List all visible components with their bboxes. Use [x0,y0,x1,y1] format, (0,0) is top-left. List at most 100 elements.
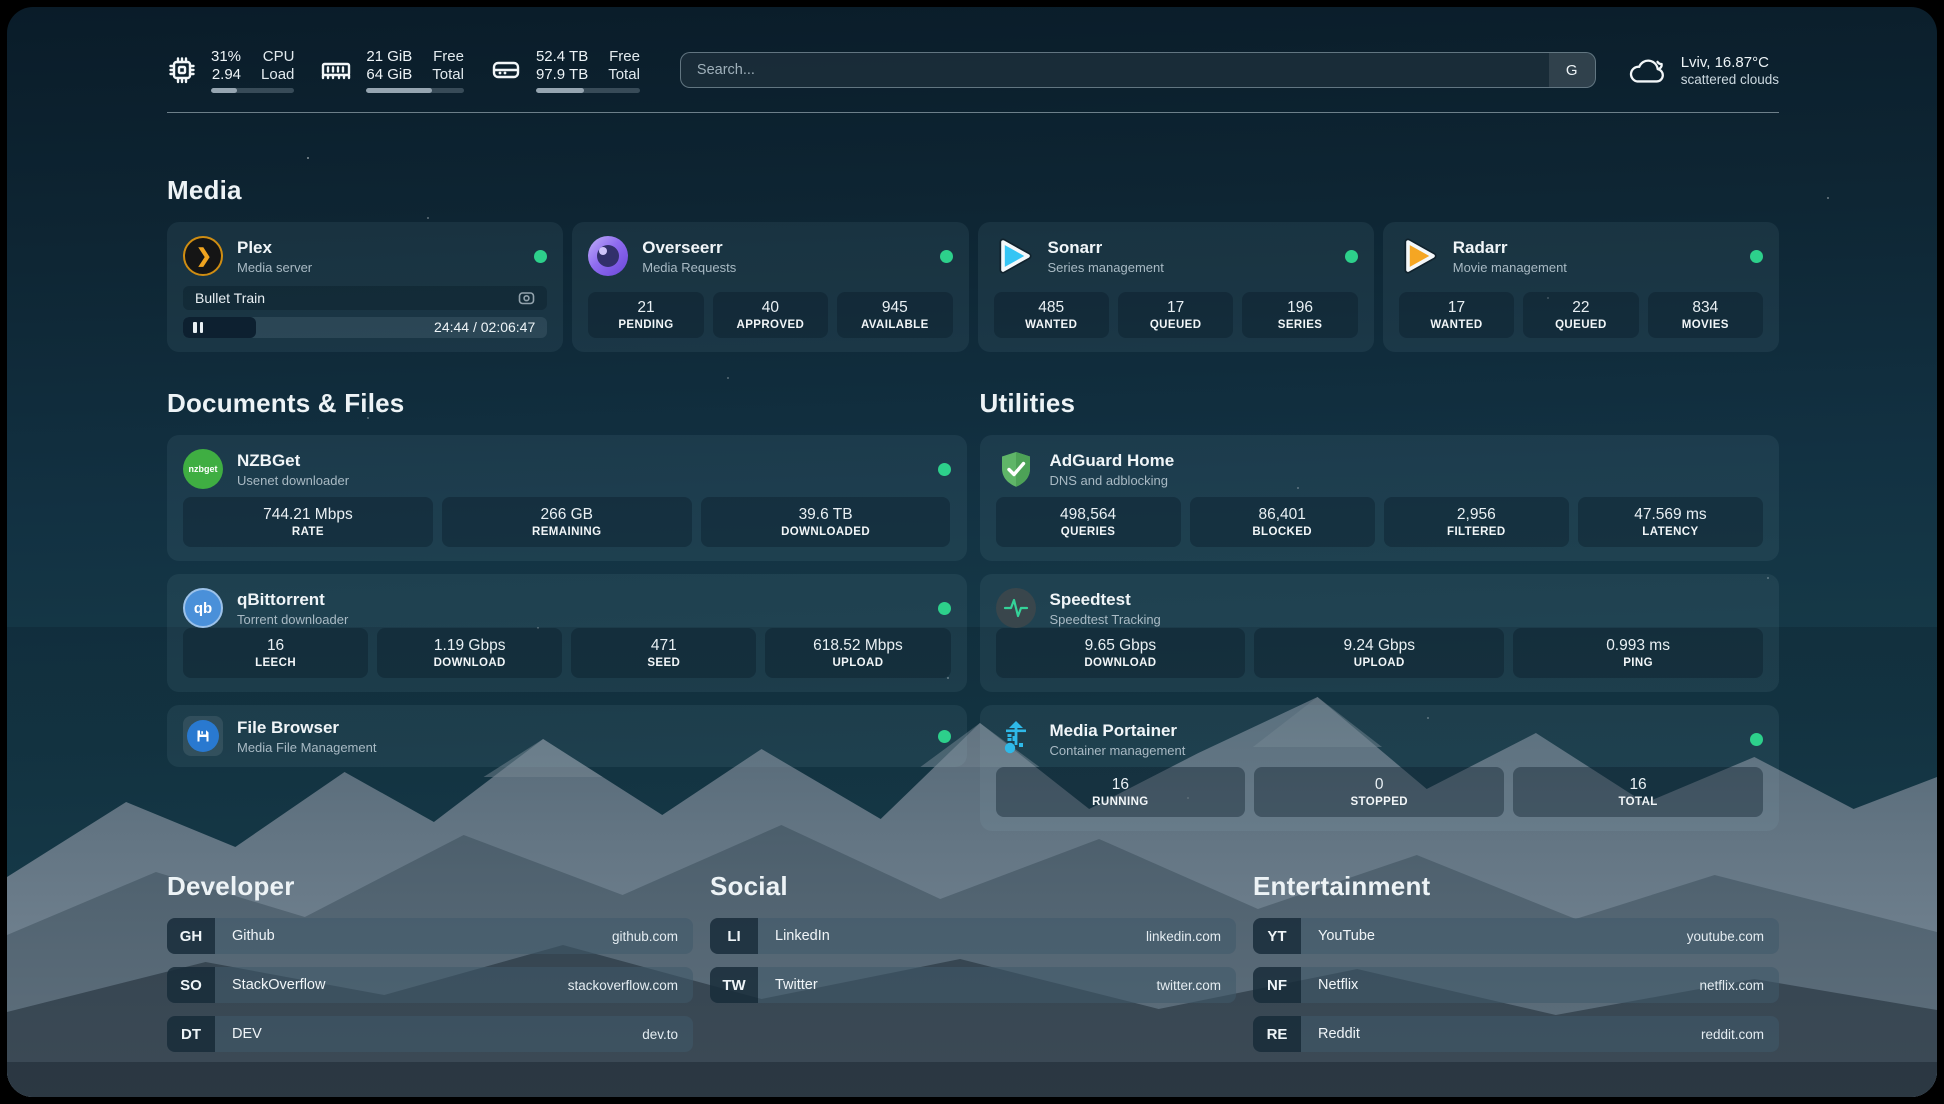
ram-total-value: 64 GiB [366,66,412,83]
stat-queued: 22 QUEUED [1523,292,1638,338]
stat-available: 945 AVAILABLE [837,292,952,338]
dashboard-screen: 31% 2.94 CPU Load [7,7,1937,1097]
stat-download: 1.19 Gbps DOWNLOAD [377,628,562,678]
bookmark-linkedin[interactable]: LI LinkedIn linkedin.com [710,918,1236,954]
section-title-utilities: Utilities [980,388,1780,419]
weather-location-temp: Lviv, 16.87°C [1681,54,1779,71]
cloud-icon [1626,53,1668,87]
app-card-nzbget[interactable]: nzbget NZBGet Usenet downloader 744.21 M… [167,435,967,561]
status-online-dot [938,602,951,615]
bookmark-youtube[interactable]: YT YouTube youtube.com [1253,918,1779,954]
search-input[interactable] [681,53,1549,87]
section-title-documents: Documents & Files [167,388,967,419]
app-description: DNS and adblocking [1050,473,1175,488]
memory-progress [366,88,464,93]
search-engine-button[interactable]: G [1549,53,1595,87]
stat-upload: 618.52 Mbps UPLOAD [765,628,950,678]
cpu-stat: 31% 2.94 CPU Load [167,48,294,93]
stat-movies: 834 MOVIES [1648,292,1763,338]
storage-stat: 52.4 TB 97.9 TB Free Total [490,48,640,93]
app-description: Media Requests [642,260,736,275]
stat-running: 16 RUNNING [996,767,1246,817]
app-name: AdGuard Home [1050,451,1175,471]
status-online-dot [1345,250,1358,263]
app-card-sonarr[interactable]: Sonarr Series management 485 WANTED 17 Q… [978,222,1374,352]
filebrowser-icon [183,716,223,756]
now-playing-row: Bullet Train [183,286,547,310]
weather-condition: scattered clouds [1681,72,1779,87]
stat-blocked: 86,401 BLOCKED [1190,497,1375,547]
stat-total: 16 TOTAL [1513,767,1763,817]
app-card-overseerr[interactable]: Overseerr Media Requests 21 PENDING 40 A… [572,222,968,352]
bookmark-dev[interactable]: DT DEV dev.to [167,1016,693,1052]
stat-rate: 744.21 Mbps RATE [183,497,433,547]
cpu-load-value: 2.94 [212,66,241,83]
stat-downloaded: 39.6 TB DOWNLOADED [701,497,951,547]
stat-series: 196 SERIES [1242,292,1357,338]
app-card-qbittorrent[interactable]: qb qBittorrent Torrent downloader 16 LEE… [167,574,967,692]
app-name: Speedtest [1050,590,1161,610]
stat-stopped: 0 STOPPED [1254,767,1504,817]
storage-icon [490,54,522,86]
disk-free-value: 52.4 TB [536,48,588,65]
app-description: Movie management [1453,260,1567,275]
app-name: Overseerr [642,238,736,258]
status-online-dot [1750,250,1763,263]
top-bar: 31% 2.94 CPU Load [167,41,1779,99]
ram-free-label: Free [433,48,464,65]
stat-wanted: 17 WANTED [1399,292,1514,338]
section-title-media: Media [167,175,1779,206]
app-name: Sonarr [1048,238,1164,258]
pause-icon[interactable] [193,322,203,333]
app-card-adguard[interactable]: AdGuard Home DNS and adblocking 498,564 … [980,435,1780,561]
now-playing-title: Bullet Train [195,290,265,306]
section-title-social: Social [710,871,1236,902]
bookmark-github[interactable]: GH Github github.com [167,918,693,954]
bookmark-netflix[interactable]: NF Netflix netflix.com [1253,967,1779,1003]
bookmarks-row: Developer GH Github github.com SO StackO… [167,871,1779,1065]
plex-icon: ❯ [183,236,223,276]
radarr-icon [1399,236,1439,276]
search-bar: G [680,52,1596,88]
app-description: Usenet downloader [237,473,349,488]
stat-remaining: 266 GB REMAINING [442,497,692,547]
adguard-icon [996,449,1036,489]
app-name: qBittorrent [237,590,348,610]
sonarr-icon [994,236,1034,276]
stat-queued: 17 QUEUED [1118,292,1233,338]
bookmark-twitter[interactable]: TW Twitter twitter.com [710,967,1236,1003]
stat-filtered: 2,956 FILTERED [1384,497,1569,547]
stat-approved: 40 APPROVED [713,292,828,338]
ram-total-label: Total [432,66,464,83]
bookmarks-entertainment: Entertainment YT YouTube youtube.com NF … [1253,871,1779,1065]
app-card-filebrowser[interactable]: File Browser Media File Management [167,705,967,767]
app-card-radarr[interactable]: Radarr Movie management 17 WANTED 22 QUE… [1383,222,1779,352]
app-description: Container management [1050,743,1186,758]
status-online-dot [1750,733,1763,746]
app-name: NZBGet [237,451,349,471]
stat-download: 9.65 Gbps DOWNLOAD [996,628,1246,678]
app-card-plex[interactable]: ❯ Plex Media server Bullet Train [167,222,563,352]
stat-queries: 498,564 QUERIES [996,497,1181,547]
status-online-dot [938,463,951,476]
app-name: Radarr [1453,238,1567,258]
overseerr-icon [588,236,628,276]
cpu-percent: 31% [211,48,241,65]
app-name: Plex [237,238,312,258]
section-title-entertainment: Entertainment [1253,871,1779,902]
memory-stat: 21 GiB 64 GiB Free Total [320,48,464,93]
app-description: Torrent downloader [237,612,348,627]
app-card-speedtest[interactable]: Speedtest Speedtest Tracking 9.65 Gbps D… [980,574,1780,692]
stat-ping: 0.993 ms PING [1513,628,1763,678]
app-card-portainer[interactable]: Media Portainer Container management 16 … [980,705,1780,831]
app-description: Series management [1048,260,1164,275]
bookmark-stackoverflow[interactable]: SO StackOverflow stackoverflow.com [167,967,693,1003]
speedtest-icon [996,588,1036,628]
bookmark-reddit[interactable]: RE Reddit reddit.com [1253,1016,1779,1052]
bookmarks-developer: Developer GH Github github.com SO StackO… [167,871,693,1065]
stat-leech: 16 LEECH [183,628,368,678]
weather-widget: Lviv, 16.87°C scattered clouds [1626,53,1779,87]
stat-pending: 21 PENDING [588,292,703,338]
camera-icon[interactable] [518,290,535,305]
section-title-developer: Developer [167,871,693,902]
